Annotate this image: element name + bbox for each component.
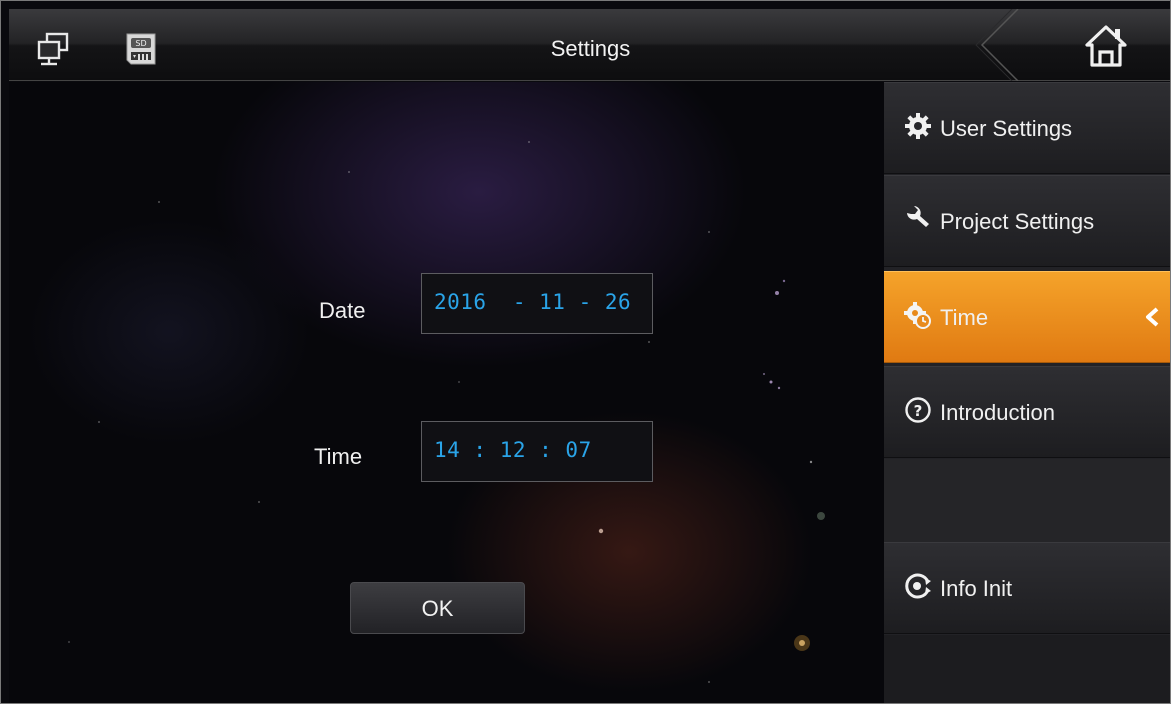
settings-content: Date 2016 - 11 - 26 Time 14 : 12 : 07 OK: [9, 82, 884, 703]
sidebar-footer: [884, 635, 1170, 703]
settings-sidebar: User Settings Project Settings Time ? In…: [884, 82, 1170, 703]
sidebar-item-label: User Settings: [940, 116, 1073, 141]
top-bar: SD Settings: [9, 9, 1170, 81]
gear-icon: [905, 113, 931, 139]
sidebar-item-time[interactable]: Time: [884, 271, 1170, 363]
sidebar-item-label: Info Init: [940, 576, 1013, 601]
ok-button[interactable]: OK: [350, 582, 525, 634]
sidebar-spacer: [884, 459, 1170, 542]
sidebar-item-info-init[interactable]: Info Init: [884, 542, 1170, 634]
gear-clock-icon: [904, 302, 931, 329]
help-circle-icon: ?: [905, 397, 931, 423]
home-icon[interactable]: [1082, 23, 1130, 69]
time-field[interactable]: 14 : 12 : 07: [421, 421, 653, 482]
device-screen: SD Settings Date 2016 - 11 - 26 Time 14 …: [0, 0, 1171, 704]
sidebar-item-label: Project Settings: [940, 209, 1095, 234]
sidebar-item-project-settings[interactable]: Project Settings: [884, 175, 1170, 267]
sidebar-item-introduction[interactable]: ? Introduction: [884, 366, 1170, 458]
sidebar-item-user-settings[interactable]: User Settings: [884, 82, 1170, 174]
date-field[interactable]: 2016 - 11 - 26: [421, 273, 653, 334]
home-area: [972, 9, 1170, 81]
date-label: Date: [319, 298, 366, 323]
sidebar-item-label: Time: [940, 305, 989, 330]
wrench-icon: [907, 206, 929, 227]
home-bracket-decoration: [975, 9, 1019, 81]
svg-text:?: ?: [914, 402, 923, 420]
time-label: Time: [314, 444, 363, 469]
sidebar-item-label: Introduction: [940, 400, 1055, 425]
chevron-left-icon: [1146, 307, 1159, 327]
reset-icon: [905, 573, 931, 599]
